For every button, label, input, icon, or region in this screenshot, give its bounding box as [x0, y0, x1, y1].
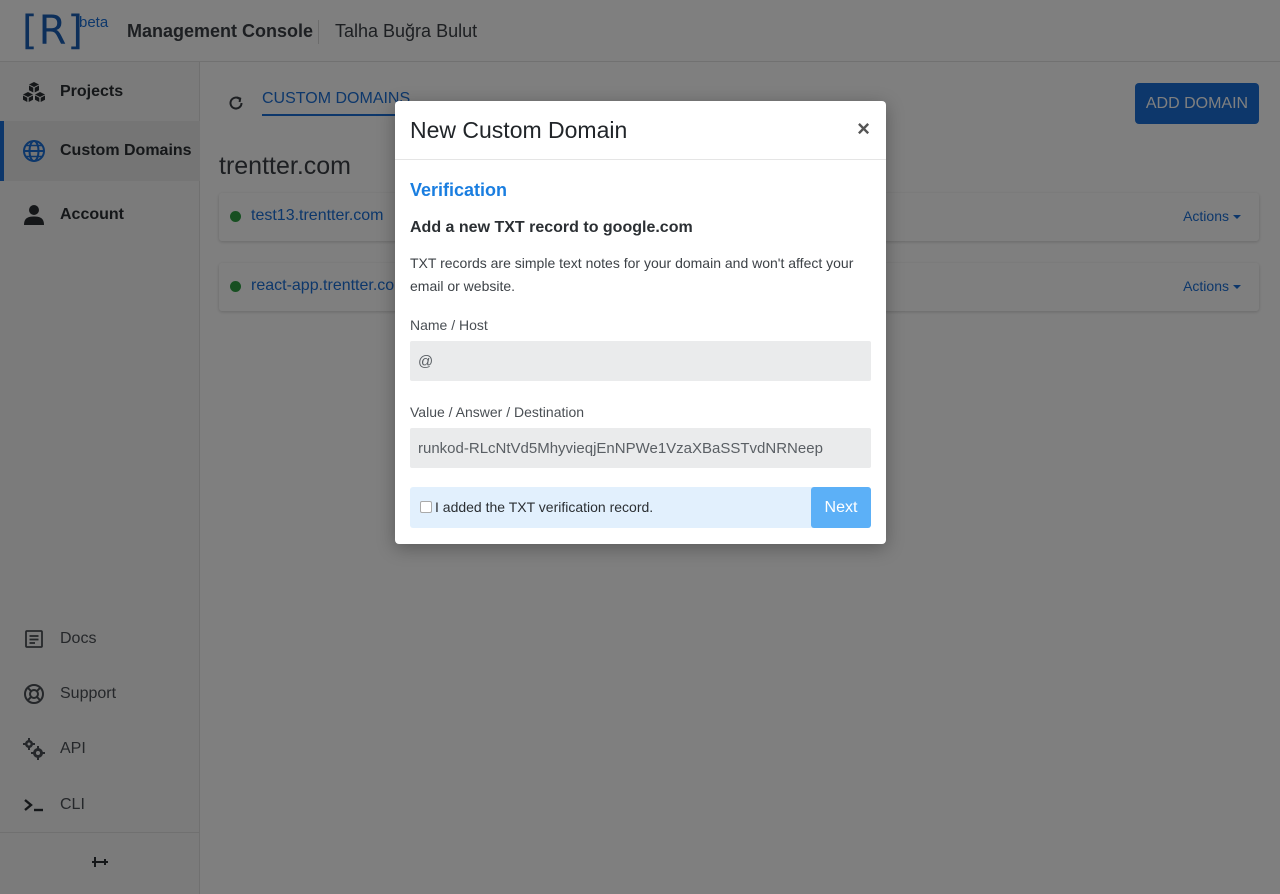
name-host-field[interactable]: [410, 341, 871, 381]
checkbox-label[interactable]: I added the TXT verification record.: [435, 499, 653, 515]
verification-checkbox[interactable]: [420, 501, 432, 513]
value-label: Value / Answer / Destination: [410, 404, 585, 420]
modal-subtitle: Add a new TXT record to google.com: [410, 219, 693, 236]
close-icon[interactable]: ×: [857, 118, 870, 140]
value-field[interactable]: [410, 428, 871, 468]
new-custom-domain-modal: New Custom Domain × Verification Add a n…: [395, 101, 886, 544]
modal-header: New Custom Domain ×: [395, 101, 886, 160]
modal-title: New Custom Domain: [410, 117, 628, 143]
modal-description: TXT records are simple text notes for yo…: [410, 255, 854, 294]
section-title: Verification: [410, 180, 508, 200]
name-host-label: Name / Host: [410, 317, 488, 333]
next-button[interactable]: Next: [811, 487, 871, 528]
verification-confirm-bar: I added the TXT verification record. Nex…: [410, 487, 871, 528]
